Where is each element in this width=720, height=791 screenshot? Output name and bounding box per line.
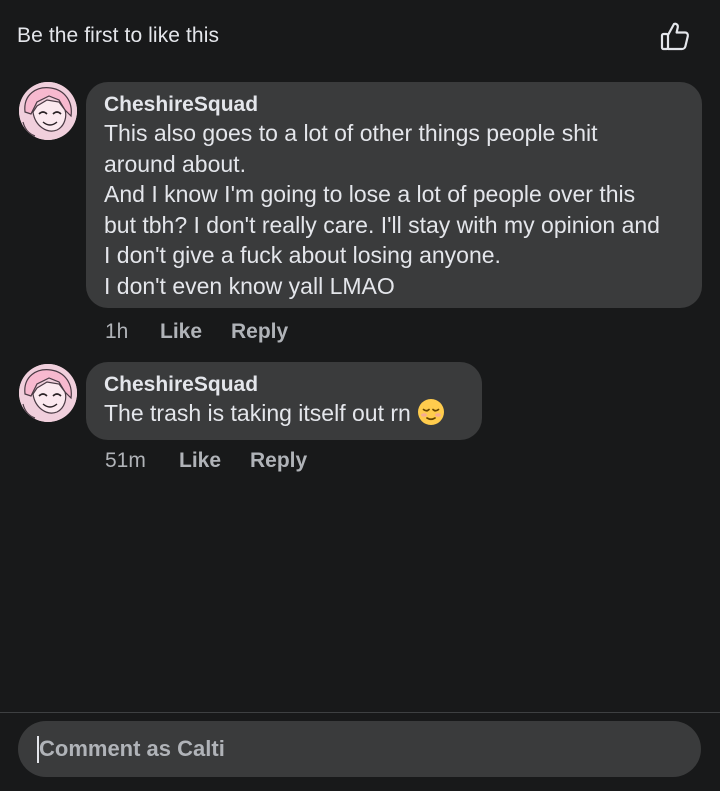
comment-timestamp[interactable]: 1h (105, 320, 160, 344)
comment-bubble: CheshireSquad This also goes to a lot of… (86, 82, 702, 308)
comment-input[interactable]: Comment as Calti (18, 721, 701, 777)
thumbs-up-icon[interactable] (659, 20, 691, 52)
avatar[interactable] (19, 364, 77, 422)
comment-text-line: I don't even know yall LMAO (104, 272, 395, 299)
likes-header: Be the first to like this (0, 0, 720, 72)
comment-actions: 51m Like Reply (105, 449, 307, 473)
composer-divider (0, 712, 720, 713)
like-link[interactable]: Like (160, 320, 231, 344)
comment-timestamp[interactable]: 51m (105, 449, 179, 473)
comment-placeholder: Comment as Calti (39, 736, 225, 761)
comment-text: The trash is taking itself out rn (104, 400, 411, 426)
comment-text-line: The trash is taking itself out rn (104, 398, 464, 429)
comment-text-line: around about. (104, 150, 246, 177)
comment-text-line: This also goes to a lot of other things … (104, 120, 598, 146)
comment-bubble: CheshireSquad The trash is taking itself… (86, 362, 482, 440)
comment-text-line: but tbh? I don't really care. I'll stay … (104, 211, 660, 238)
relieved-face-icon (417, 398, 445, 426)
like-link[interactable]: Like (179, 449, 250, 473)
comment-text-line: I don't give a fuck about losing anyone. (104, 242, 501, 268)
reply-link[interactable]: Reply (231, 320, 288, 344)
comment-actions: 1h Like Reply (105, 320, 288, 344)
comment-author[interactable]: CheshireSquad (104, 372, 464, 398)
avatar[interactable] (19, 82, 77, 140)
reply-link[interactable]: Reply (250, 449, 307, 473)
comment-author[interactable]: CheshireSquad (104, 92, 684, 118)
comment-text-line: And I know I'm going to lose a lot of pe… (104, 181, 636, 207)
likes-summary: Be the first to like this (17, 24, 220, 47)
